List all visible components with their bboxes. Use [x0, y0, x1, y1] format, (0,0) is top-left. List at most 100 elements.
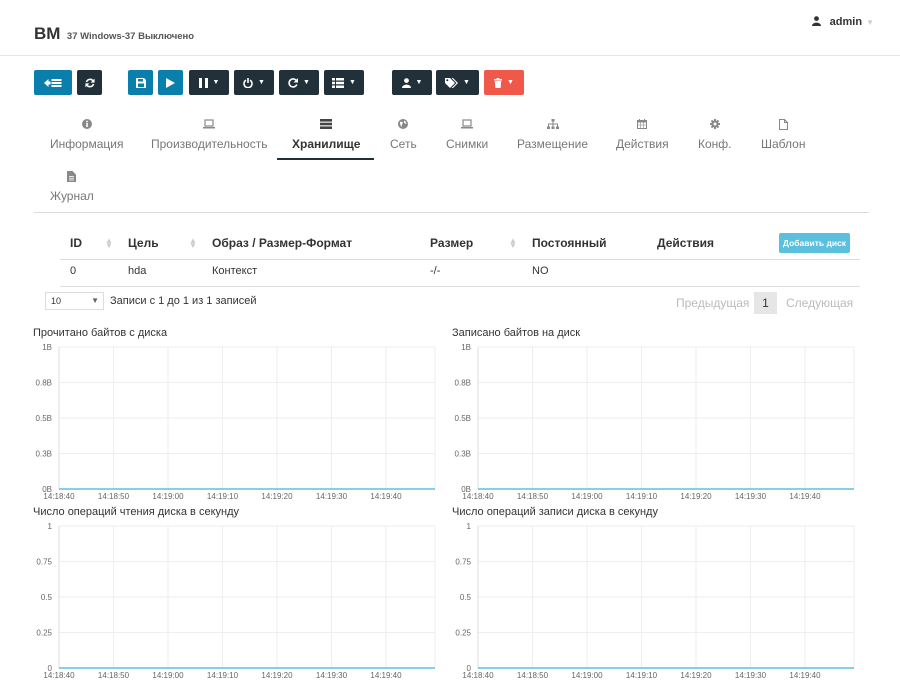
column-header-target[interactable]: Цель — [128, 236, 159, 250]
tab-label: Снимки — [446, 137, 489, 151]
laptop-icon — [446, 119, 488, 131]
play-button[interactable] — [158, 70, 183, 95]
column-header-id[interactable]: ID — [70, 236, 82, 250]
vm-toolbar: ▼ ▼ ▼ ▼ ▼ ▼ ▼ — [0, 70, 900, 95]
pause-dropdown[interactable]: ▼ — [189, 70, 229, 95]
tag-dropdown[interactable]: ▼ — [436, 70, 479, 95]
chart-svg: 1B0.8B0.5B0.3B0B14:18:40 14:18:50 14:19:00… — [36, 343, 436, 501]
back-list-icon — [44, 78, 62, 88]
y-tick-label: 0.5B — [455, 414, 471, 423]
file-icon — [761, 119, 805, 131]
prev-page-button[interactable]: Предыдущая — [676, 296, 749, 310]
sort-icon[interactable]: ▲ ▼ — [509, 237, 517, 250]
tag-icon — [445, 77, 459, 88]
cell-id: 0 — [70, 265, 77, 277]
refresh-icon — [84, 78, 95, 88]
y-tick-label: 1 — [48, 522, 53, 531]
calendar-icon — [616, 119, 669, 131]
x-tick-label: 14:19:30 — [735, 671, 767, 680]
user-icon — [811, 16, 830, 28]
x-tick-label: 14:18:40 — [43, 671, 75, 680]
back-button[interactable] — [34, 70, 72, 95]
tab-storage[interactable]: Хранилище — [292, 119, 360, 151]
pause-icon — [198, 77, 208, 88]
tab-label: Информация — [50, 137, 124, 151]
x-tick-label: 14:18:40 — [43, 492, 75, 501]
caret-down-icon: ▼ — [415, 79, 423, 86]
y-tick-label: 0.75 — [455, 558, 471, 567]
x-tick-label: 14:19:20 — [680, 492, 712, 501]
tab-template[interactable]: Шаблон — [761, 119, 805, 151]
power-dropdown[interactable]: ▼ — [234, 70, 274, 95]
column-header-persistent: Постоянный — [532, 236, 607, 250]
records-info: Записи с 1 до 1 из 1 записей — [110, 295, 257, 307]
file-text-icon — [50, 171, 94, 183]
reboot-dropdown[interactable]: ▼ — [279, 70, 319, 95]
page-title: ВМ 37 Windows-37 Выключено — [34, 24, 194, 44]
x-tick-label: 14:19:00 — [152, 492, 184, 501]
tab-log[interactable]: Журнал — [50, 171, 94, 203]
row-divider — [60, 286, 860, 287]
caret-down-icon: ▼ — [212, 79, 220, 86]
save-button[interactable] — [128, 70, 153, 95]
cell-persistent: NO — [532, 265, 549, 277]
tab-actions[interactable]: Действия — [616, 119, 669, 151]
list-dropdown[interactable]: ▼ — [324, 70, 364, 95]
x-tick-label: 14:19:10 — [207, 492, 239, 501]
add-disk-button[interactable]: Добавить диск — [779, 233, 850, 253]
x-tick-label: 14:18:50 — [517, 492, 549, 501]
current-page-button[interactable]: 1 — [754, 292, 777, 314]
tab-label: Журнал — [50, 189, 94, 203]
tab-placement[interactable]: Размещение — [517, 119, 588, 151]
delete-dropdown[interactable]: ▼ — [484, 70, 524, 95]
caret-down-icon: ▼ — [507, 79, 514, 86]
tab-label: Размещение — [517, 137, 588, 151]
chart-write-iops: Число операций записи диска в секунду 10… — [452, 506, 872, 681]
user-menu[interactable]: admin ▼ — [811, 16, 874, 28]
vm-subtitle: 37 Windows-37 Выключено — [66, 31, 195, 42]
reboot-icon — [288, 77, 299, 88]
save-icon — [135, 77, 146, 88]
tab-label: Конф. — [698, 137, 732, 151]
page-length-select[interactable]: 10 ▼ — [45, 292, 104, 310]
y-tick-label: 0.8B — [455, 379, 471, 388]
chevron-down-icon: ▼ — [91, 296, 99, 305]
x-tick-label: 14:18:50 — [98, 492, 130, 501]
chart-svg: 10.750.50.25014:18:40 14:18:50 14:19:00 14:… — [455, 522, 855, 680]
header-divider — [60, 259, 860, 260]
chart-read-iops: Число операций чтения диска в секунду 10… — [33, 506, 443, 681]
tab-info[interactable]: Информация — [50, 119, 123, 151]
active-tab-indicator — [277, 158, 374, 160]
x-tick-label: 14:19:00 — [152, 671, 184, 680]
x-tick-label: 14:19:40 — [370, 671, 402, 680]
tab-snapshots[interactable]: Снимки — [446, 119, 488, 151]
chevron-down-icon: ▼ — [866, 18, 874, 27]
x-tick-label: 14:19:20 — [261, 492, 293, 501]
x-tick-label: 14:19:20 — [680, 671, 712, 680]
tab-network[interactable]: Сеть — [390, 119, 417, 151]
sort-icon[interactable]: ▲ ▼ — [105, 237, 113, 250]
y-tick-label: 0.5B — [36, 414, 52, 423]
y-tick-label: 0.3B — [36, 450, 52, 459]
tab-performance[interactable]: Производительность — [151, 119, 267, 151]
chart-svg: 10.750.50.25014:18:40 14:18:50 14:19:00 14:… — [36, 522, 436, 680]
gear-icon — [698, 119, 732, 131]
play-icon — [166, 77, 175, 88]
next-page-button[interactable]: Следующая — [786, 296, 853, 310]
y-tick-label: 0.5 — [41, 593, 53, 602]
refresh-button[interactable] — [77, 70, 102, 95]
sort-icon[interactable]: ▲ ▼ — [189, 237, 197, 250]
tab-config[interactable]: Конф. — [698, 119, 732, 151]
globe-icon — [390, 119, 417, 131]
x-tick-label: 14:19:40 — [789, 671, 821, 680]
y-tick-label: 1 — [467, 522, 472, 531]
user-dropdown[interactable]: ▼ — [392, 70, 432, 95]
y-tick-label: 1B — [42, 343, 52, 352]
list-icon — [332, 77, 345, 88]
x-tick-label: 14:19:00 — [571, 492, 603, 501]
column-header-actions: Действия — [657, 236, 715, 250]
column-header-size[interactable]: Размер — [430, 236, 473, 250]
cell-image: Контекст — [212, 265, 258, 277]
x-tick-label: 14:18:50 — [517, 671, 549, 680]
x-tick-label: 14:18:40 — [462, 671, 494, 680]
